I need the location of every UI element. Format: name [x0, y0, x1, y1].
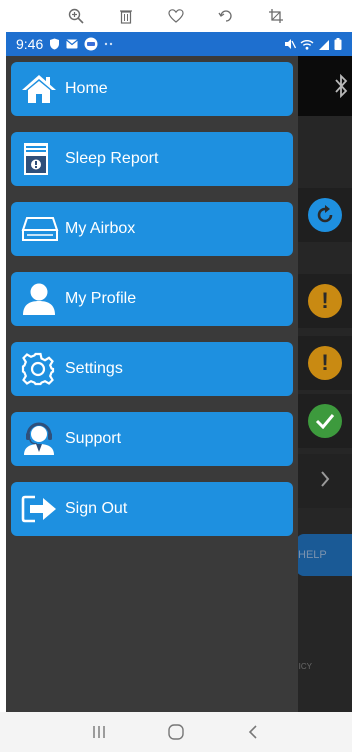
app-badge-icon — [84, 37, 98, 51]
menu-label-sleep-report: Sleep Report — [65, 150, 159, 167]
wifi-icon — [300, 39, 314, 50]
check-icon — [308, 404, 342, 438]
signal-icon — [318, 39, 330, 50]
sign-out-icon — [21, 491, 61, 527]
phone-screen: 9:46 ! ! HELP ICY Home Sleep Report My A… — [6, 32, 352, 712]
recent-apps-icon[interactable] — [84, 717, 114, 747]
menu-item-my-airbox[interactable]: My Airbox — [11, 202, 293, 256]
menu-label-settings: Settings — [65, 360, 123, 377]
gear-icon — [21, 351, 61, 387]
menu-item-sign-out[interactable]: Sign Out — [11, 482, 293, 536]
warning-icon: ! — [308, 346, 342, 380]
home-icon — [21, 71, 61, 107]
shield-icon — [49, 38, 60, 50]
profile-icon — [21, 281, 61, 317]
airbox-icon — [21, 211, 61, 247]
menu-item-settings[interactable]: Settings — [11, 342, 293, 396]
menu-label-sign-out: Sign Out — [65, 500, 128, 517]
heart-icon[interactable] — [168, 8, 184, 24]
menu-item-home[interactable]: Home — [11, 62, 293, 116]
menu-label-home: Home — [65, 80, 108, 97]
help-label: HELP — [298, 549, 327, 561]
mail-icon — [66, 39, 79, 49]
more-dots-icon — [104, 42, 114, 46]
trash-icon[interactable] — [118, 8, 134, 24]
refresh-icon — [308, 198, 342, 232]
android-nav-bar — [0, 712, 352, 752]
navigation-drawer: Home Sleep Report My Airbox My Profile S… — [6, 56, 298, 712]
menu-item-support[interactable]: Support — [11, 412, 293, 466]
menu-label-my-airbox: My Airbox — [65, 220, 136, 237]
menu-item-sleep-report[interactable]: Sleep Report — [11, 132, 293, 186]
support-icon — [21, 421, 61, 457]
footer-fragment: ICY — [298, 662, 312, 671]
menu-label-support: Support — [65, 430, 122, 447]
report-icon — [21, 141, 61, 177]
refresh-row[interactable] — [296, 188, 352, 242]
help-button[interactable]: HELP — [296, 534, 352, 576]
crop-icon[interactable] — [268, 8, 284, 24]
back-icon[interactable] — [238, 717, 268, 747]
warning-icon: ! — [308, 284, 342, 318]
chevron-row[interactable] — [296, 454, 352, 508]
menu-label-my-profile: My Profile — [65, 290, 137, 307]
success-row[interactable] — [296, 394, 352, 448]
home-circle-icon[interactable] — [161, 717, 191, 747]
zoom-in-icon[interactable] — [68, 8, 84, 24]
warning-row-2[interactable]: ! — [296, 336, 352, 390]
rotate-icon[interactable] — [218, 8, 234, 24]
status-bar: 9:46 — [6, 32, 352, 56]
viewer-toolbar — [0, 0, 352, 32]
bluetooth-icon — [334, 73, 348, 99]
chevron-right-icon — [320, 470, 330, 493]
mute-icon — [284, 38, 296, 50]
battery-icon — [334, 38, 342, 50]
warning-row-1[interactable]: ! — [296, 274, 352, 328]
menu-item-my-profile[interactable]: My Profile — [11, 272, 293, 326]
status-time: 9:46 — [16, 36, 44, 52]
